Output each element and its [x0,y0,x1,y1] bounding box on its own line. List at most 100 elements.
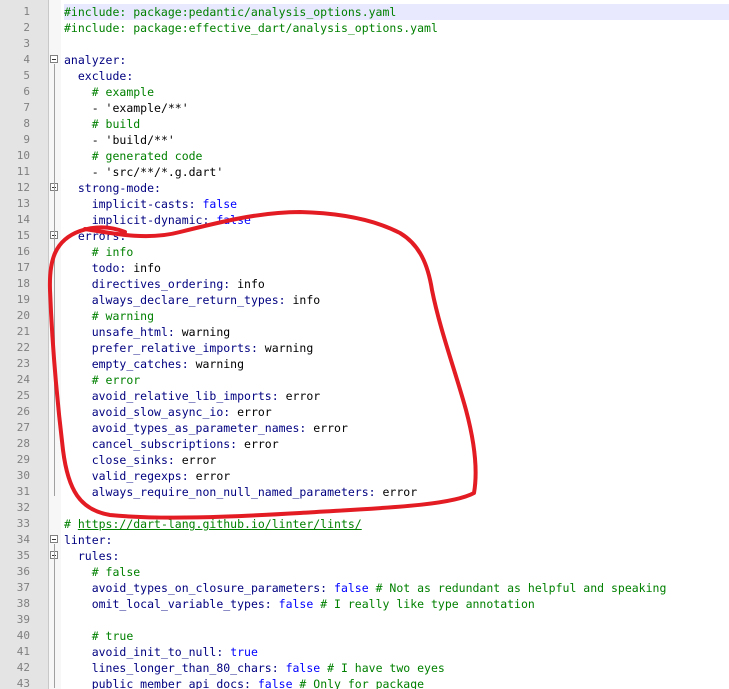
code-line[interactable]: 30 valid_regexps: error [0,468,729,484]
line-number: 39 [16,613,30,626]
fold-guide-line [54,240,55,496]
code-line[interactable]: 20 # warning [0,308,729,324]
code-line[interactable]: 23 empty_catches: warning [0,356,729,372]
code-line[interactable]: 3 [0,36,729,52]
code-token: cancel_subscriptions: [91,437,238,451]
code-token: lines_longer_than_80_chars: [91,661,279,675]
line-number: 23 [16,357,30,370]
code-line[interactable]: 24 # error [0,372,729,388]
code-line[interactable]: 42 lines_longer_than_80_chars: false # I… [0,660,729,676]
code-token: todo: [91,261,127,275]
code-line[interactable]: 4 analyzer: [0,52,729,68]
line-number: 16 [16,245,30,258]
line-number: 18 [16,277,30,290]
line-number: 42 [16,661,30,674]
code-line-text: avoid_slow_async_io: error [64,404,729,420]
code-token: error [230,405,272,419]
code-line[interactable]: 26 avoid_slow_async_io: error [0,404,729,420]
comment-token: # I really like type annotation [313,597,535,611]
code-line[interactable]: 13 implicit-casts: false [0,196,729,212]
code-line[interactable]: 16 # info [0,244,729,260]
line-number: 32 [16,501,30,514]
code-line[interactable]: 28 cancel_subscriptions: error [0,436,729,452]
line-number: 9 [23,133,30,146]
code-line-text: valid_regexps: error [64,468,729,484]
code-line[interactable]: 41 avoid_init_to_null: true [0,644,729,660]
code-line[interactable]: 37 avoid_types_on_closure_parameters: fa… [0,580,729,596]
fold-toggle-icon[interactable] [50,55,58,63]
code-line[interactable]: 7 - 'example/**' [0,100,729,116]
line-number: 6 [23,85,30,98]
code-line[interactable]: 38 omit_local_variable_types: false # I … [0,596,729,612]
line-number: 12 [16,181,30,194]
code-line[interactable]: 27 avoid_types_as_parameter_names: error [0,420,729,436]
code-line[interactable]: 31 always_require_non_null_named_paramet… [0,484,729,500]
code-line-text: # warning [64,308,729,324]
code-line-text: always_require_non_null_named_parameters… [64,484,729,500]
code-line[interactable]: 11 - 'src/**/*.g.dart' [0,164,729,180]
line-number: 13 [16,197,30,210]
code-line[interactable]: 43 public_member_api_docs: false # Only … [0,676,729,689]
fold-toggle-icon[interactable] [50,535,58,543]
code-line[interactable]: 21 unsafe_html: warning [0,324,729,340]
code-line-text: lines_longer_than_80_chars: false # I ha… [64,660,729,676]
code-line[interactable]: 33 # https://dart-lang.github.io/linter/l… [0,516,729,532]
code-line-text: avoid_init_to_null: true [64,644,729,660]
fold-guide-line [54,192,55,224]
code-token: directives_ordering: [91,277,231,291]
code-line[interactable]: 19 always_declare_return_types: info [0,292,729,308]
line-number: 36 [16,565,30,578]
line-number: 4 [23,53,30,66]
code-line[interactable]: 8 # build [0,116,729,132]
code-line[interactable]: 35 rules: [0,548,729,564]
code-token: error [188,469,231,483]
code-line[interactable]: 40 # true [0,628,729,644]
code-token: prefer_relative_imports: [91,341,258,355]
code-line[interactable]: 10 # generated code [0,148,729,164]
line-number: 41 [16,645,30,658]
code-line[interactable]: 9 - 'build/**' [0,132,729,148]
code-line[interactable]: 17 todo: info [0,260,729,276]
line-number: 5 [23,69,30,82]
line-number: 15 [16,229,30,242]
code-line[interactable]: 34 linter: [0,532,729,548]
code-line[interactable]: 18 directives_ordering: info [0,276,729,292]
code-token: - 'src/**/*.g.dart' [91,165,224,179]
code-token: info [285,293,321,307]
code-line-text: public_member_api_docs: false # Only for… [64,676,729,689]
code-line[interactable]: 29 close_sinks: error [0,452,729,468]
code-line[interactable]: 32 [0,500,729,516]
code-token: public_member_api_docs: [91,677,251,689]
code-line[interactable]: 14 implicit-dynamic: false [0,212,729,228]
url-link[interactable]: https://dart-lang.github.io/linter/lints… [78,517,362,531]
line-number: 7 [23,101,30,114]
code-line[interactable]: 1 #include: package:pedantic/analysis_opt… [0,4,729,20]
code-line[interactable]: 6 # example [0,84,729,100]
line-number: 11 [16,165,30,178]
line-number: 20 [16,309,30,322]
code-line[interactable]: 25 avoid_relative_lib_imports: error [0,388,729,404]
comment-token: # warning [91,309,155,323]
code-line[interactable]: 12 strong-mode: [0,180,729,196]
code-line[interactable]: 15 errors: [0,228,729,244]
code-line[interactable]: 39 [0,612,729,628]
code-line[interactable]: 22 prefer_relative_imports: warning [0,340,729,356]
code-line[interactable]: 5 exclude: [0,68,729,84]
code-line-text: # true [64,628,729,644]
code-line[interactable]: 36 # false [0,564,729,580]
code-token: analyzer: [64,53,127,67]
code-line[interactable]: 2 #include: package:effective_dart/analys… [0,20,729,36]
code-editor[interactable]: 1 #include: package:pedantic/analysis_opt… [0,0,729,689]
comment-token: # Not as redundant as helpful and speaki… [368,581,667,595]
code-token: false [250,677,293,689]
code-token: error [306,421,348,435]
